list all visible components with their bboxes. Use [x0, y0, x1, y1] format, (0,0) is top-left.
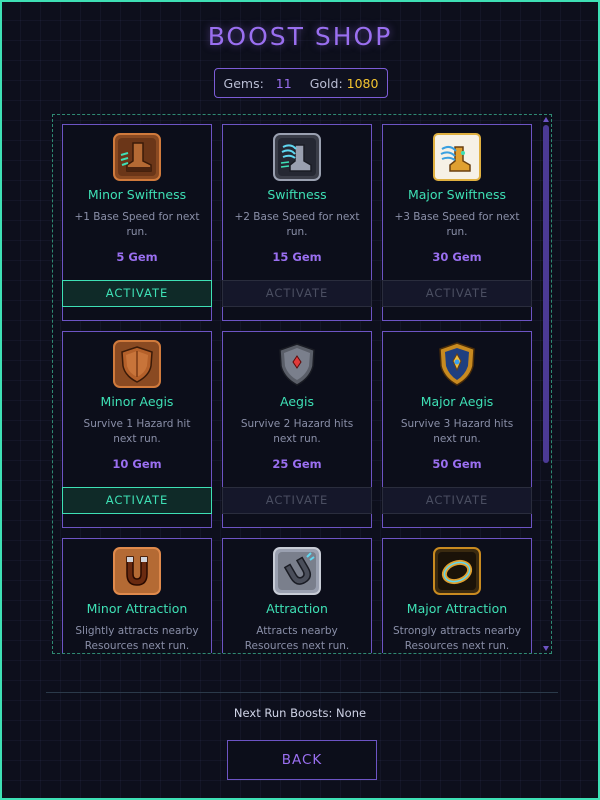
golden-winged-boot-icon [433, 133, 481, 181]
scroll-down-arrow-icon[interactable] [543, 646, 549, 651]
boost-name: Minor Attraction [86, 601, 188, 616]
boost-name: Minor Swiftness [87, 187, 187, 202]
steel-shield-icon [273, 340, 321, 388]
boost-cost: 30 Gem [432, 250, 482, 264]
gold-value: 1080 [346, 75, 379, 91]
boost-card-major-attraction: Major Attraction Strongly attracts nearb… [382, 538, 532, 653]
boost-description: Attracts nearby Resources next run. [244, 625, 350, 652]
boost-card-minor-attraction: Minor Attraction Slightly attracts nearb… [62, 538, 212, 653]
boot-icon [113, 133, 161, 181]
scrollbar-thumb[interactable] [543, 125, 549, 463]
winged-boot-icon [273, 133, 321, 181]
boost-description: +3 Base Speed for next run. [394, 211, 520, 238]
golden-shield-icon [433, 340, 481, 388]
boost-cost: 25 Gem [272, 457, 322, 471]
gems-label: Gems: [223, 75, 264, 91]
next-run-boosts-status: Next Run Boosts: None [233, 706, 367, 720]
boost-card-major-swiftness: Major Swiftness +3 Base Speed for next r… [382, 124, 532, 321]
boost-description: Slightly attracts nearby Resources next … [75, 625, 199, 652]
boost-card-minor-swiftness: Minor Swiftness +1 Base Speed for next r… [62, 124, 212, 321]
wooden-shield-icon [113, 340, 161, 388]
shop-scroll-panel[interactable]: Minor Swiftness +1 Base Speed for next r… [52, 114, 552, 654]
boost-name: Attraction [266, 601, 328, 616]
back-button[interactable]: BACK [227, 740, 377, 780]
boost-name: Major Aegis [420, 394, 494, 409]
boost-card-major-aegis: Major Aegis Survive 3 Hazard hits next r… [382, 331, 532, 528]
boost-card-minor-aegis: Minor Aegis Survive 1 Hazard hit next ru… [62, 331, 212, 528]
boost-card-attraction: Attraction Attracts nearby Resources nex… [222, 538, 372, 653]
copper-magnet-icon [113, 547, 161, 595]
boost-grid: Minor Swiftness +1 Base Speed for next r… [62, 124, 532, 653]
divider [46, 692, 558, 693]
boost-description: Survive 1 Hazard hit next run. [83, 418, 191, 445]
activate-button[interactable]: ACTIVATE [62, 487, 212, 514]
activate-button[interactable]: ACTIVATE [382, 280, 532, 307]
gold-label: Gold: [309, 75, 343, 91]
scroll-up-arrow-icon[interactable] [543, 117, 549, 122]
boost-description: Survive 2 Hazard hits next run. [240, 418, 354, 445]
boost-name: Minor Aegis [100, 394, 174, 409]
activate-button[interactable]: ACTIVATE [62, 280, 212, 307]
gems-value: 11 [275, 75, 292, 91]
boost-cost: 5 Gem [116, 250, 158, 264]
boost-name: Aegis [280, 394, 314, 409]
boost-description: Survive 3 Hazard hits next run. [400, 418, 514, 445]
boost-description: +2 Base Speed for next run. [234, 211, 360, 238]
boost-name: Major Swiftness [407, 187, 507, 202]
boost-description: +1 Base Speed for next run. [74, 211, 200, 238]
boost-card-aegis: Aegis Survive 2 Hazard hits next run. 25… [222, 331, 372, 528]
scrollbar[interactable] [541, 115, 551, 653]
steel-magnet-icon [273, 547, 321, 595]
boost-card-swiftness: Swiftness +2 Base Speed for next run. 15… [222, 124, 372, 321]
golden-magnet-icon [433, 547, 481, 595]
activate-button[interactable]: ACTIVATE [382, 487, 532, 514]
boost-cost: 50 Gem [432, 457, 482, 471]
boost-name: Major Attraction [406, 601, 508, 616]
currency-display: Gems: 11 Gold: 1080 [214, 68, 388, 98]
activate-button[interactable]: ACTIVATE [222, 280, 372, 307]
boost-cost: 10 Gem [112, 457, 162, 471]
page-title: BOOST SHOP [207, 22, 393, 51]
boost-name: Swiftness [267, 187, 327, 202]
boost-description: Strongly attracts nearby Resources next … [393, 625, 521, 652]
boost-cost: 15 Gem [272, 250, 322, 264]
activate-button[interactable]: ACTIVATE [222, 487, 372, 514]
